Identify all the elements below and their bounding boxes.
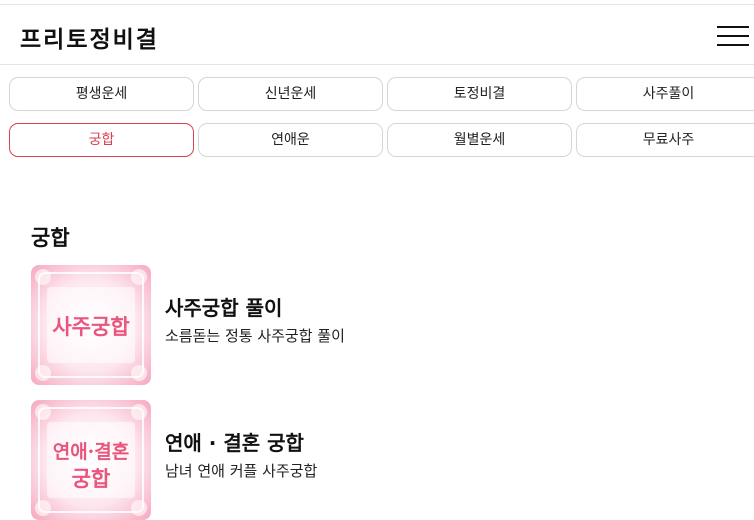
- tab-new-year-fortune[interactable]: 신년운세: [198, 77, 383, 111]
- tab-lifetime-fortune[interactable]: 평생운세: [9, 77, 194, 111]
- tab-free-saju[interactable]: 무료사주: [576, 123, 754, 157]
- item-title[interactable]: 연애 · 결혼 궁합: [165, 427, 304, 456]
- love-marriage-thumb-line2: 궁합: [72, 466, 111, 491]
- list-item-saju-compatibility[interactable]: 사주궁합 사주궁합 풀이 소름돋는 정통 사주궁합 풀이: [31, 265, 721, 385]
- hamburger-menu-icon[interactable]: [717, 24, 749, 48]
- tab-saju[interactable]: 사주풀이: [576, 77, 754, 111]
- love-marriage-thumb-line1: 연애·결혼: [53, 440, 130, 463]
- item-description: 소름돋는 정통 사주궁합 풀이: [165, 327, 345, 345]
- item-description: 남녀 연애 커플 사주궁합: [165, 462, 318, 480]
- site-logo[interactable]: 프리토정비결: [20, 20, 159, 54]
- item-title[interactable]: 사주궁합 풀이: [165, 292, 282, 321]
- list-item-love-marriage-compatibility[interactable]: 연애·결혼 궁합 연애 · 결혼 궁합 남녀 연애 커플 사주궁합: [31, 400, 721, 520]
- section-title: 궁합: [31, 226, 70, 250]
- tab-monthly-fortune[interactable]: 월별운세: [387, 123, 572, 157]
- tab-love-fortune[interactable]: 연애운: [198, 123, 383, 157]
- tab-tojeong[interactable]: 토정비결: [387, 77, 572, 111]
- site-header: 프리토정비결: [0, 5, 754, 65]
- saju-compatibility-thumb-text: 사주궁합: [52, 314, 129, 339]
- love-marriage-compatibility-thumbnail[interactable]: 연애·결혼 궁합: [31, 400, 151, 520]
- tab-compatibility[interactable]: 궁합: [9, 123, 194, 157]
- saju-compatibility-thumbnail[interactable]: 사주궁합: [31, 265, 151, 385]
